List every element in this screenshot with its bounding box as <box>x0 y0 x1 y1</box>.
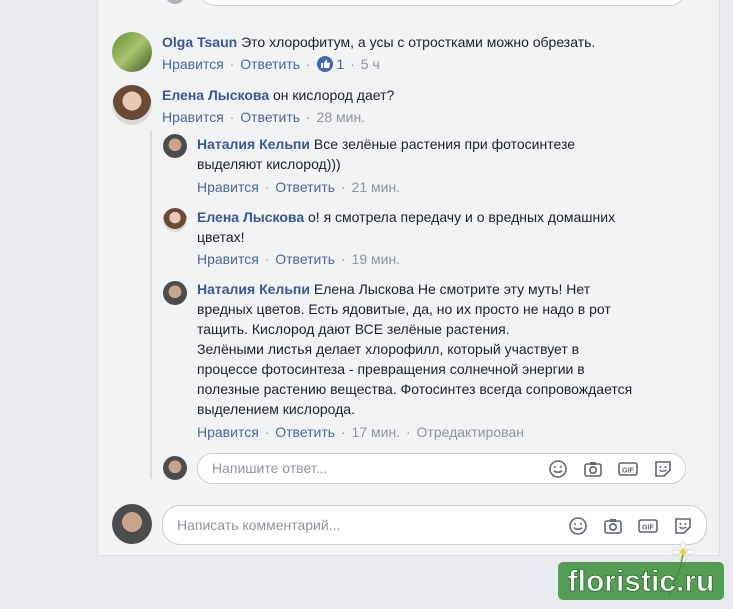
comment-actions-natalia-2: Нравится · Ответить · 17 мин. · Отредакт… <box>197 424 524 440</box>
like-link[interactable]: Нравится <box>162 109 224 125</box>
reply-link[interactable]: Ответить <box>240 109 300 125</box>
reply-placeholder: Напишите ответ... <box>212 460 328 476</box>
comment-elena-1: Елена Лыскова он кислород дает? <box>162 85 682 105</box>
smiley-icon[interactable] <box>568 516 588 536</box>
avatar-elena[interactable] <box>163 208 187 232</box>
gif-icon[interactable]: GIF <box>638 516 658 536</box>
reply-link[interactable]: Ответить <box>275 424 335 440</box>
comment-actions-olga: Нравится · Ответить · 1 · 5 ч <box>162 56 380 72</box>
comment-text: полезные растению вещества. Фотосинтез в… <box>197 381 633 397</box>
comment-actions-natalia-1: Нравится · Ответить · 21 мин. <box>197 179 401 195</box>
author-name[interactable]: Olga Tsaun <box>162 34 237 50</box>
comment-text: Елена Лыскова Не смотрите эту муть! Нет <box>313 281 591 297</box>
avatar-current-user[interactable] <box>112 504 152 544</box>
sticker-icon[interactable] <box>653 459 673 479</box>
previous-comment-box <box>199 0 686 6</box>
author-name[interactable]: Наталия Кельпи <box>197 281 310 297</box>
svg-text:GIF: GIF <box>622 468 634 475</box>
comment-actions-elena-1: Нравится · Ответить · 28 мин. <box>162 109 366 125</box>
reply-link[interactable]: Ответить <box>275 179 335 195</box>
like-link[interactable]: Нравится <box>197 251 259 267</box>
comment-text: выделением кислорода. <box>197 401 355 417</box>
comment-text: Это хлорофитум, а усы с отростками можно… <box>241 34 596 50</box>
author-name[interactable]: Елена Лыскова <box>197 209 304 225</box>
comment-text: тащить. Кислород дают ВСЕ зелёные растен… <box>197 321 510 337</box>
timestamp[interactable]: 28 мин. <box>317 109 366 125</box>
camera-icon[interactable] <box>603 516 623 536</box>
smiley-icon[interactable] <box>548 459 568 479</box>
reaction-count[interactable]: 1 <box>337 56 345 72</box>
avatar-olga[interactable] <box>112 32 152 72</box>
comment-placeholder: Написать комментарий... <box>177 517 341 533</box>
watermark-text: floristic.ru <box>568 565 715 598</box>
author-name[interactable]: Елена Лыскова <box>162 87 269 103</box>
avatar-elena[interactable] <box>112 85 152 125</box>
avatar-natalia[interactable] <box>163 134 187 158</box>
comment-text: выделяют кислород))) <box>197 156 341 172</box>
comment-text: Все зелёные растения при фотосинтезе <box>313 136 575 152</box>
camera-icon[interactable] <box>583 459 603 479</box>
timestamp[interactable]: 21 мин. <box>352 179 401 195</box>
comment-text: он кислород дает? <box>273 87 395 103</box>
like-link[interactable]: Нравится <box>197 179 259 195</box>
like-reaction-icon[interactable] <box>316 56 333 72</box>
comment-text: процессе фотосинтеза - превращения солне… <box>197 361 585 377</box>
author-name[interactable]: Наталия Кельпи <box>197 136 310 152</box>
edited-label[interactable]: Отредактирован <box>417 424 524 440</box>
reply-natalia-1: Наталия Кельпи Все зелёные растения при … <box>197 134 677 174</box>
reply-link[interactable]: Ответить <box>240 56 300 72</box>
comment-text: вредных цветов. Есть ядовитые, да, но их… <box>197 301 611 317</box>
comment-text: о! я смотрела передачу и о вредных домаш… <box>308 209 616 225</box>
avatar-current-user[interactable] <box>163 456 187 480</box>
avatar-natalia[interactable] <box>163 281 187 305</box>
gif-icon[interactable]: GIF <box>618 459 638 479</box>
reply-link[interactable]: Ответить <box>275 251 335 267</box>
reply-input[interactable]: Напишите ответ... GIF <box>197 453 686 484</box>
like-link[interactable]: Нравится <box>162 56 224 72</box>
timestamp[interactable]: 5 ч <box>361 56 380 72</box>
comment-actions-elena-2: Нравится · Ответить · 19 мин. <box>197 251 401 267</box>
like-link[interactable]: Нравится <box>197 424 259 440</box>
timestamp[interactable]: 17 мин. <box>352 424 401 440</box>
timestamp[interactable]: 19 мин. <box>352 251 401 267</box>
floristic-logo: floristic.ru <box>558 540 724 600</box>
comment-text: цветах! <box>197 229 245 245</box>
comment-text: Зелёными листья делает хлорофилл, которы… <box>197 341 580 357</box>
sticker-icon[interactable] <box>673 516 693 536</box>
comment-input[interactable]: Написать комментарий... GIF <box>162 505 707 545</box>
reply-thread-line <box>150 131 152 479</box>
comment-olga: Olga Tsaun Это хлорофитум, а усы с отрос… <box>162 32 682 52</box>
svg-text:GIF: GIF <box>642 525 654 532</box>
reply-natalia-2: Наталия Кельпи Елена Лыскова Не смотрите… <box>197 279 677 419</box>
reply-elena-2: Елена Лыскова о! я смотрела передачу и о… <box>197 207 677 247</box>
